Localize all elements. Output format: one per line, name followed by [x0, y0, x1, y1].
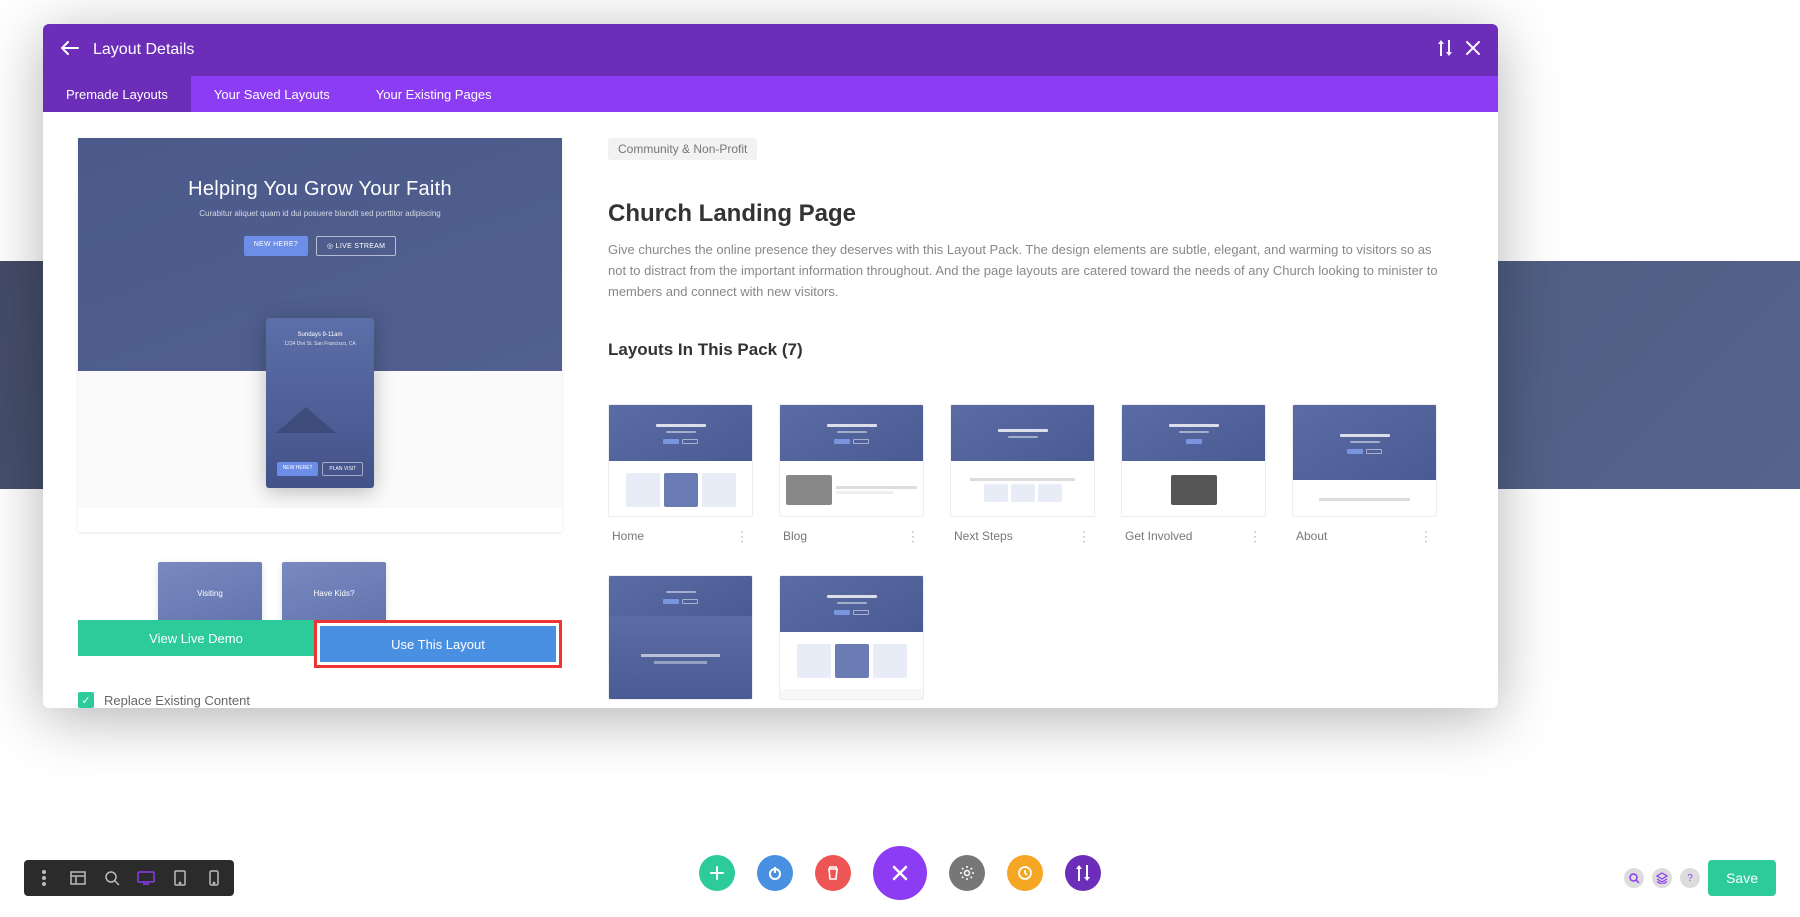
settings-button[interactable] [949, 855, 985, 891]
desktop-icon[interactable] [130, 864, 162, 892]
more-icon[interactable]: ⋮ [1077, 533, 1091, 539]
save-button[interactable]: Save [1708, 860, 1776, 896]
delete-button[interactable] [815, 855, 851, 891]
replace-existing-row: ✓ Replace Existing Content [78, 692, 568, 708]
preview-card-btn1: NEW HERE? [277, 462, 319, 476]
layout-details-column: Community & Non-Profit Church Landing Pa… [568, 112, 1498, 708]
layout-preview: Helping You Grow Your Faith Curabitur al… [78, 138, 562, 532]
more-icon[interactable]: ⋮ [1419, 533, 1433, 539]
tab-saved-layouts[interactable]: Your Saved Layouts [191, 76, 353, 112]
tab-premade-layouts[interactable]: Premade Layouts [43, 76, 191, 112]
phone-icon[interactable] [198, 864, 230, 892]
preview-tile: Visiting [158, 562, 262, 620]
preview-hero-subtitle: Curabitur aliquet quam id dui posuere bl… [78, 209, 562, 218]
help-icon[interactable]: ? [1680, 868, 1700, 888]
more-icon[interactable]: ⋮ [735, 533, 749, 539]
preview-card-top: Sundays 9-11am [266, 332, 374, 338]
view-live-demo-button[interactable]: View Live Demo [78, 620, 314, 656]
close-icon[interactable] [1466, 41, 1480, 60]
replace-existing-label: Replace Existing Content [104, 693, 250, 708]
preview-lower-tiles: Visiting Have Kids? [78, 532, 562, 620]
history-button[interactable] [1007, 855, 1043, 891]
preview-btn-new: NEW HERE? [244, 236, 308, 256]
preview-card-sub: 1234 Divi St. San Francisco, CA [266, 341, 374, 347]
layout-preview-column: Helping You Grow Your Faith Curabitur al… [43, 112, 568, 708]
pack-item-blog[interactable]: Blog ⋮ [779, 404, 924, 549]
preview-card-btn2: PLAN VISIT [322, 462, 363, 476]
preview-btn-live: ◎ LIVE STREAM [316, 236, 396, 256]
layers-icon[interactable] [1652, 868, 1672, 888]
pack-item-label: About [1296, 529, 1327, 543]
tab-existing-pages[interactable]: Your Existing Pages [353, 76, 515, 112]
category-tag[interactable]: Community & Non-Profit [608, 138, 757, 160]
pack-item-label: Home [612, 529, 644, 543]
use-this-layout-button[interactable]: Use This Layout [320, 626, 556, 662]
pack-item-next-steps[interactable]: Next Steps ⋮ [950, 404, 1095, 549]
layout-description: Give churches the online presence they d… [608, 240, 1448, 302]
modal-title: Layout Details [93, 41, 1424, 59]
more-icon[interactable]: ⋮ [906, 533, 920, 539]
tablet-icon[interactable] [164, 864, 196, 892]
add-button[interactable] [699, 855, 735, 891]
mountain-icon [266, 405, 374, 433]
portability-button[interactable] [1065, 855, 1101, 891]
preview-actions: View Live Demo Use This Layout [78, 620, 562, 668]
more-icon[interactable]: ⋮ [1248, 533, 1262, 539]
preview-columns: Current SeriesIpsum ex wisi eu pretium e… [78, 508, 562, 532]
wireframe-icon[interactable] [62, 864, 94, 892]
close-builder-button[interactable] [873, 846, 927, 900]
search-icon[interactable] [1624, 868, 1644, 888]
more-icon[interactable] [28, 864, 60, 892]
viewport-toolbar [24, 860, 234, 896]
preview-tile: Have Kids? [282, 562, 386, 620]
preview-hero-title: Helping You Grow Your Faith [78, 178, 562, 201]
pack-item-about[interactable]: About ⋮ [1292, 404, 1437, 549]
right-toolbar: ? Save [1624, 860, 1776, 896]
use-this-layout-highlight: Use This Layout [314, 620, 562, 668]
layout-title: Church Landing Page [608, 200, 1448, 228]
pack-grid: Home ⋮ Blog ⋮ Next Steps ⋮ Get Involved ⋮ [608, 404, 1448, 700]
preview-card: Sundays 9-11am 1234 Divi St. San Francis… [266, 318, 374, 488]
builder-toolbar [699, 846, 1101, 900]
back-icon[interactable] [61, 41, 79, 60]
modal-header: Layout Details [43, 24, 1498, 76]
modal-tabs: Premade Layouts Your Saved Layouts Your … [43, 76, 1498, 112]
pack-heading: Layouts In This Pack (7) [608, 340, 1448, 360]
pack-item-home[interactable]: Home ⋮ [608, 404, 753, 549]
pack-item[interactable] [608, 575, 753, 700]
pack-item[interactable] [779, 575, 924, 700]
pack-item-label: Blog [783, 529, 807, 543]
layout-details-modal: Layout Details Premade Layouts Your Save… [43, 24, 1498, 708]
pack-item-label: Get Involved [1125, 529, 1192, 543]
power-button[interactable] [757, 855, 793, 891]
sort-icon[interactable] [1438, 40, 1452, 61]
replace-existing-checkbox[interactable]: ✓ [78, 692, 94, 708]
pack-item-get-involved[interactable]: Get Involved ⋮ [1121, 404, 1266, 549]
zoom-icon[interactable] [96, 864, 128, 892]
pack-item-label: Next Steps [954, 529, 1013, 543]
